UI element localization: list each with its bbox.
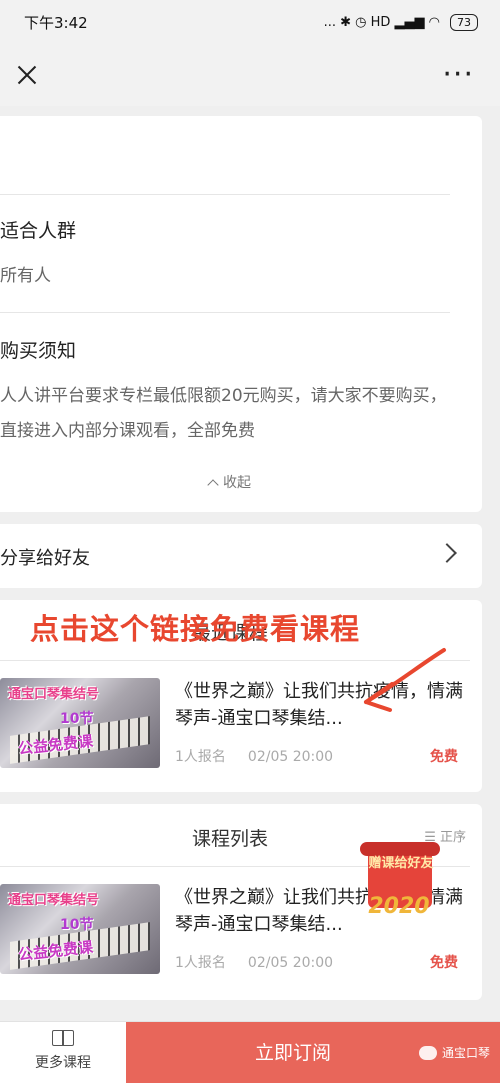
audience-text: 所有人 xyxy=(0,266,51,286)
course-price: 免费 xyxy=(430,955,458,971)
status-icons: ... ✱ ◷ HD ▂▄▆ ◠ 73 xyxy=(323,13,478,31)
collapse-label: 收起 xyxy=(223,475,251,491)
status-bar: 下午3:42 ... ✱ ◷ HD ▂▄▆ ◠ 73 xyxy=(0,0,500,44)
gift-ribbon xyxy=(360,842,440,856)
course-datetime: 02/05 20:00 xyxy=(247,749,334,765)
share-row[interactable]: 分享给好友 xyxy=(0,524,482,588)
annotation-text: 点击这个链接免费看课程 xyxy=(30,612,361,646)
enrolled-count: 1人报名 xyxy=(175,955,226,971)
course-price: 免费 xyxy=(430,749,458,765)
gift-label: 赠课给好友 xyxy=(368,856,434,871)
thumb-line1: 通宝口琴集结号 xyxy=(8,893,100,908)
book-icon xyxy=(52,1030,74,1046)
nav-bar: ··· xyxy=(0,44,500,106)
course-info-card: 适合人群 所有人 购买须知 人人讲平台要求专栏最低限额20元购买，请大家不要购买… xyxy=(0,116,482,512)
watermark-text: 通宝口琴 xyxy=(441,1046,490,1060)
chevron-right-icon[interactable] xyxy=(437,543,457,563)
thumb-line2: 10节 xyxy=(60,917,94,933)
enrolled-count: 1人报名 xyxy=(175,749,226,765)
more-options-icon[interactable]: ··· xyxy=(442,60,474,90)
course-thumbnail[interactable]: 通宝口琴集结号 10节 公益免费课 xyxy=(0,678,160,768)
divider xyxy=(0,194,450,195)
chevron-up-icon xyxy=(207,479,219,491)
course-thumbnail[interactable]: 通宝口琴集结号 10节 公益免费课 xyxy=(0,884,160,974)
course-meta: 1人报名 02/05 20:00 xyxy=(175,746,333,766)
status-time: 下午3:42 xyxy=(24,13,88,32)
thumb-line1: 通宝口琴集结号 xyxy=(8,687,100,702)
collapse-button[interactable]: 收起 xyxy=(0,472,470,492)
audience-title: 适合人群 xyxy=(0,220,77,242)
course-datetime: 02/05 20:00 xyxy=(247,955,334,971)
battery-icon: 73 xyxy=(450,13,478,31)
watermark: 通宝口琴 xyxy=(418,1044,490,1061)
annotation-arrow-icon xyxy=(364,648,446,712)
purchase-notes-text: 人人讲平台要求专栏最低限额20元购买，请大家不要购买，直接进入内部分课观看，全部… xyxy=(0,386,447,441)
signal-icons: ... ✱ ◷ HD ▂▄▆ ◠ xyxy=(323,14,440,30)
wechat-icon xyxy=(418,1045,437,1060)
more-courses-button[interactable]: 更多课程 xyxy=(0,1022,126,1083)
gift-year: 2020 xyxy=(368,894,430,919)
thumb-line2: 10节 xyxy=(60,711,94,727)
close-icon[interactable] xyxy=(14,62,40,88)
share-label: 分享给好友 xyxy=(0,548,90,569)
gift-course-badge[interactable]: 赠课给好友 2020 xyxy=(344,838,450,924)
bottom-bar: 更多课程 立即订阅 通宝口琴 xyxy=(0,1021,500,1083)
purchase-notes-title: 购买须知 xyxy=(0,340,77,362)
course-meta: 1人报名 02/05 20:00 xyxy=(175,952,333,972)
divider xyxy=(0,312,450,313)
more-courses-label: 更多课程 xyxy=(35,1055,91,1071)
